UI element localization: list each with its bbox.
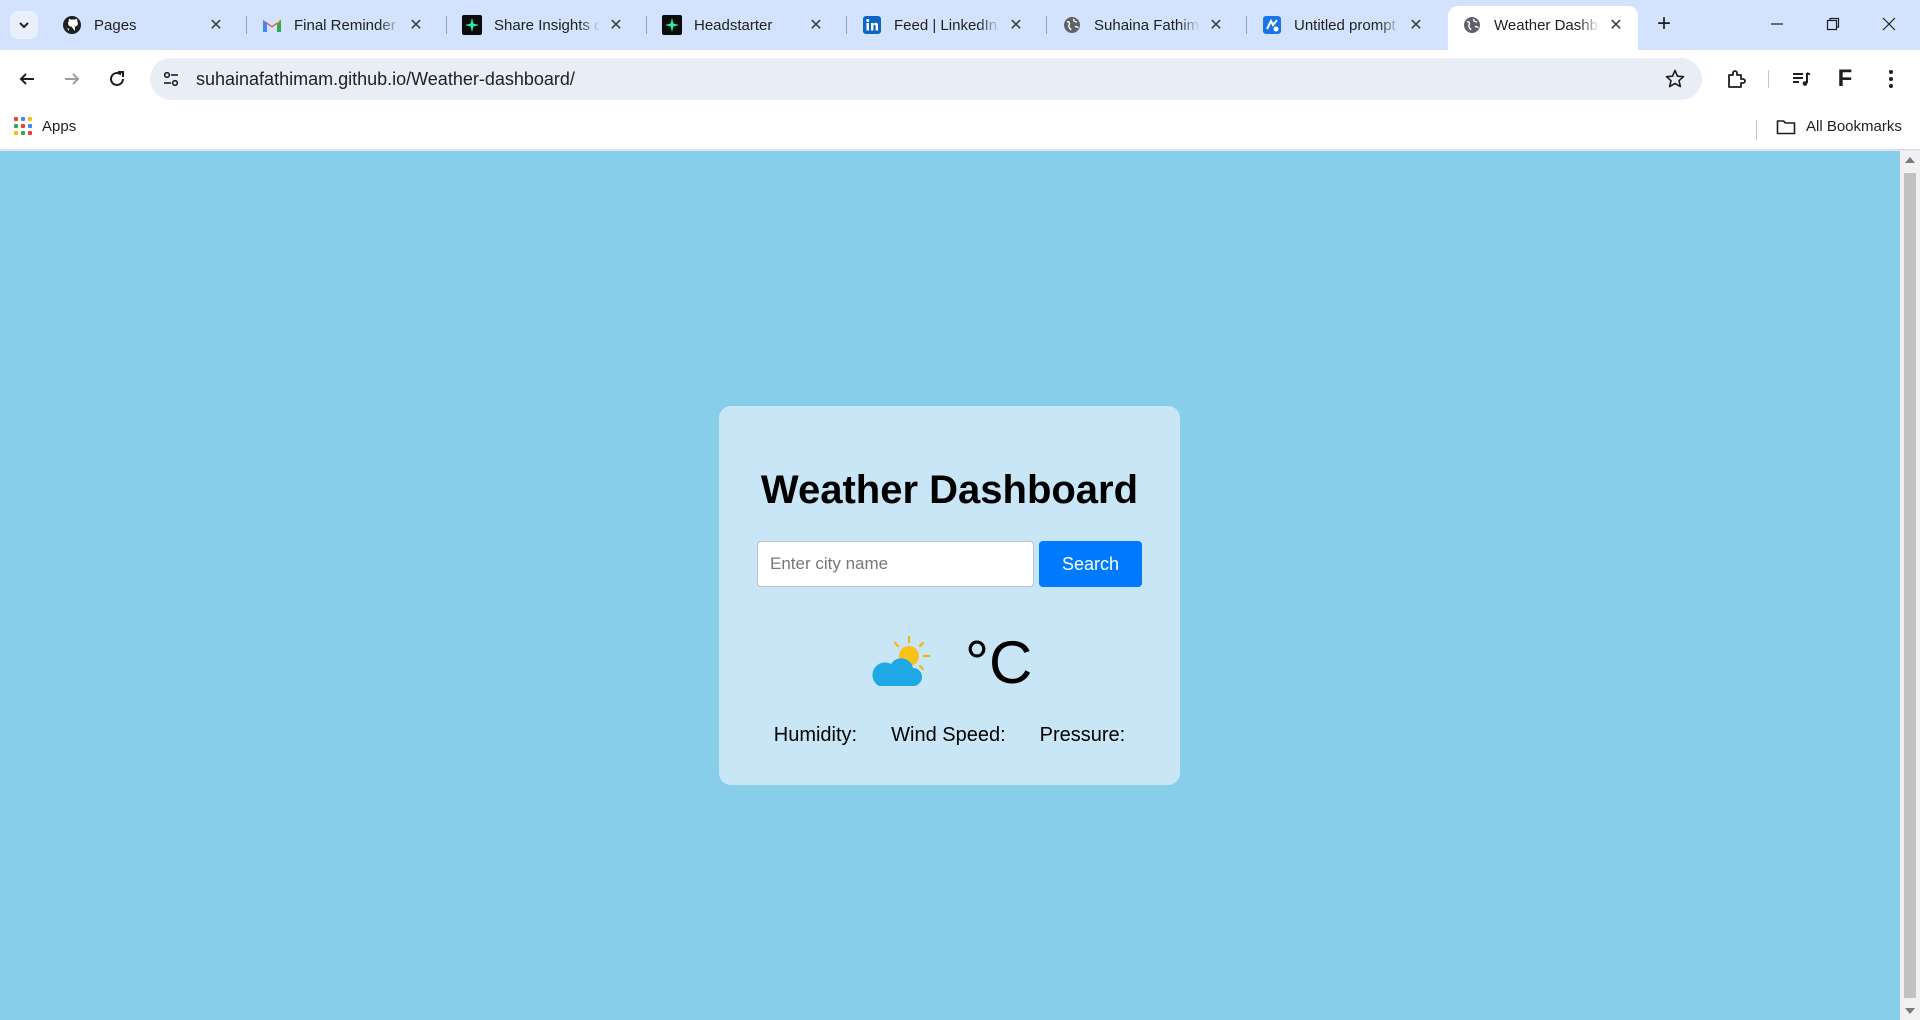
globe-icon [1062, 15, 1082, 35]
linkedin-icon [862, 15, 882, 35]
headstarter-icon [662, 15, 682, 35]
forward-button[interactable] [55, 62, 89, 96]
media-controls-icon[interactable] [1788, 66, 1814, 92]
apps-label: Apps [42, 117, 77, 135]
tab-suhaina[interactable]: Suhaina Fathima ✕ [1048, 8, 1238, 42]
tab-separator [1046, 16, 1047, 34]
close-icon[interactable]: ✕ [1606, 15, 1626, 35]
folder-icon [1776, 119, 1796, 134]
tab-share-insights[interactable]: Share Insights on ✕ [448, 8, 638, 42]
vertical-scrollbar[interactable] [1900, 151, 1920, 1020]
search-button[interactable]: Search [1039, 541, 1142, 587]
page-viewport: Weather Dashboard Search °C Humidity: Wi… [0, 151, 1900, 1020]
bookmarks-divider [1756, 120, 1757, 140]
menu-kebab-icon[interactable] [1878, 66, 1904, 92]
close-icon [1882, 17, 1896, 31]
scrollbar-thumb[interactable] [1904, 173, 1916, 998]
toolbar-separator [1768, 70, 1769, 88]
arrow-left-icon [19, 73, 34, 85]
site-settings-icon[interactable] [160, 68, 182, 90]
profile-initial: F [1837, 65, 1853, 92]
address-bar[interactable]: suhainafathimam.github.io/Weather-dashbo… [150, 58, 1702, 100]
bookmark-star-icon[interactable] [1664, 68, 1686, 90]
scroll-up-arrow-icon[interactable] [1905, 157, 1915, 163]
tab-pages[interactable]: Pages ✕ [48, 8, 238, 42]
tab-title: Headstarter [694, 16, 773, 34]
reload-button[interactable] [100, 62, 134, 96]
chevron-down-icon [19, 22, 29, 29]
tab-weather-dashboard[interactable]: Weather Dashboard ✕ [1448, 6, 1638, 50]
tab-separator [446, 16, 447, 34]
tab-strip: Pages ✕ Final Reminder | Completion of ✕… [0, 0, 1920, 50]
minimize-button[interactable] [1754, 8, 1800, 40]
tab-title: Untitled prompt [1294, 16, 1396, 34]
apps-bookmark[interactable]: Apps [14, 117, 76, 135]
tab-title: Suhaina Fathima [1094, 16, 1200, 34]
tab-title: Pages [94, 16, 137, 34]
tab-title: Share Insights on [494, 16, 600, 34]
tab-separator [246, 16, 247, 34]
new-tab-button[interactable]: + [1650, 10, 1678, 38]
bookmarks-bar: Apps All Bookmarks [0, 108, 1920, 150]
headstarter-icon [462, 15, 482, 35]
temperature-display: °C [965, 629, 1033, 696]
tab-search-button[interactable] [10, 11, 38, 39]
tab-headstarter[interactable]: Headstarter ✕ [648, 8, 838, 42]
close-icon[interactable]: ✕ [406, 15, 426, 35]
close-icon[interactable]: ✕ [606, 15, 626, 35]
extensions-icon[interactable] [1723, 66, 1749, 92]
restore-icon [1826, 17, 1840, 31]
close-icon[interactable]: ✕ [1406, 15, 1426, 35]
back-button[interactable] [10, 62, 44, 96]
ai-studio-icon [1262, 15, 1282, 35]
close-icon[interactable]: ✕ [206, 15, 226, 35]
tab-title: Feed | LinkedIn [894, 16, 998, 34]
url-text[interactable]: suhainafathimam.github.io/Weather-dashbo… [196, 69, 575, 90]
pressure-label: Pressure: [1039, 724, 1126, 746]
close-window-button[interactable] [1866, 8, 1912, 40]
tab-separator [846, 16, 847, 34]
tab-gmail[interactable]: Final Reminder | Completion of ✕ [248, 8, 438, 42]
close-icon[interactable]: ✕ [806, 15, 826, 35]
page-title: Weather Dashboard [760, 468, 1139, 512]
restore-button[interactable] [1810, 8, 1856, 40]
close-icon[interactable]: ✕ [1206, 15, 1226, 35]
browser-toolbar: suhainafathimam.github.io/Weather-dashbo… [0, 50, 1920, 108]
tab-title: Weather Dashboard [1494, 16, 1600, 34]
wind-speed-label: Wind Speed: [891, 724, 1006, 746]
globe-icon [1462, 15, 1482, 35]
tab-untitled-prompt[interactable]: Untitled prompt ✕ [1248, 8, 1438, 42]
close-icon[interactable]: ✕ [1006, 15, 1026, 35]
all-bookmarks-button[interactable]: All Bookmarks [1776, 118, 1902, 135]
github-icon [62, 15, 82, 35]
tab-separator [1246, 16, 1247, 34]
all-bookmarks-label: All Bookmarks [1806, 118, 1902, 135]
tab-title: Final Reminder | Completion of [294, 16, 400, 34]
minimize-icon [1771, 23, 1783, 25]
arrow-right-icon [65, 73, 80, 85]
apps-grid-icon [14, 117, 32, 135]
gmail-icon [262, 15, 282, 35]
profile-avatar[interactable]: F [1832, 65, 1858, 92]
scroll-down-arrow-icon[interactable] [1905, 1008, 1915, 1014]
weather-stats: Humidity: Wind Speed: Pressure: [719, 724, 1180, 747]
plus-icon: + [1656, 10, 1671, 37]
tab-separator [646, 16, 647, 34]
city-search-input[interactable] [757, 541, 1034, 587]
weather-card: Weather Dashboard Search °C Humidity: Wi… [719, 406, 1180, 785]
reload-icon [110, 71, 124, 86]
humidity-label: Humidity: [773, 724, 858, 746]
tab-linkedin[interactable]: Feed | LinkedIn ✕ [848, 8, 1038, 42]
partly-cloudy-icon [872, 635, 931, 686]
